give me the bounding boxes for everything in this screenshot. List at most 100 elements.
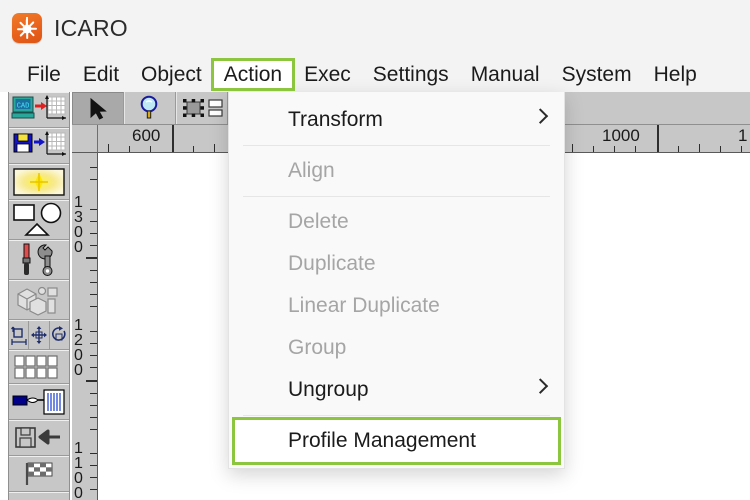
application-window: ICARO File Edit Object Action Exec Setti… [0,0,750,500]
ruler-v-major-tick [86,380,97,382]
ruler-h-label: 600 [132,126,161,145]
menu-item-transform[interactable]: Transform [229,99,564,141]
ruler-v-tick [90,489,97,491]
menu-item-label: Group [288,336,347,359]
ruler-v-digit: 1 [74,194,83,211]
menubar-item-help[interactable]: Help [643,60,708,89]
sun-starburst-icon [12,13,42,43]
ruler-v-digit: 0 [74,347,83,364]
menu-item-profile-management[interactable]: Profile Management [232,417,561,465]
menubar-item-manual[interactable]: Manual [460,60,551,89]
ruler-v-tick [90,343,97,345]
three-d-objects-button[interactable] [9,280,69,320]
menu-separator [243,145,550,146]
ruler-v-tick [90,453,97,455]
ruler-h-tick [108,144,110,152]
laser-field-button[interactable] [9,164,69,200]
menu-item-linear-duplicate: Linear Duplicate [229,285,564,327]
menubar-item-edit[interactable]: Edit [72,60,130,89]
checkered-flag-icon [25,462,53,485]
ruler-h-tick [150,146,152,152]
title-bar: ICARO [0,0,750,56]
move-icon [30,326,47,344]
menu-item-duplicate: Duplicate [229,243,564,285]
menubar-item-object[interactable]: Object [130,60,213,89]
resize-icon [10,326,27,345]
menubar-item-action[interactable]: Action [210,57,296,91]
menu-separator [243,196,550,197]
save-back-icon [15,427,60,448]
menu-item-group: Group [229,327,564,369]
svg-text:CAD: CAD [17,103,30,111]
icon-sun-core [22,24,32,34]
cad-import-icon: CAD [11,95,66,120]
ruler-v-tick [90,209,97,211]
vertical-ruler[interactable]: 1 3 0 0 1 2 0 0 1 1 0 0 [72,153,98,500]
menu-item-ungroup[interactable]: Ungroup [229,369,564,411]
save-to-grid-icon [13,131,66,156]
menu-item-delete: Delete [229,201,564,243]
ruler-h-tick [635,146,637,152]
ruler-h-label: 1000 [602,126,640,145]
ruler-h-tick [720,146,722,152]
ruler-h-tick [614,146,616,152]
select-all-button[interactable] [176,92,228,124]
ruler-h-tick [699,144,701,152]
ruler-v-tick [90,355,97,357]
ruler-v-digit: 0 [74,485,83,500]
menubar-item-settings[interactable]: Settings [362,60,460,89]
basic-shapes-button[interactable] [9,200,69,240]
ruler-v-tick [90,477,97,479]
menu-item-label: Ungroup [288,378,369,401]
checkered-flag-button[interactable] [9,456,69,492]
ruler-h-tick [572,144,574,152]
ruler-v-label: 1 3 0 0 [74,194,83,256]
grid-array-button[interactable] [9,350,69,384]
ruler-v-digit: 1 [74,317,83,334]
tools-icon [22,243,53,276]
menu-bar: File Edit Object Action Exec Settings Ma… [0,56,750,92]
menu-item-label: Duplicate [288,252,376,275]
ruler-v-tick [90,465,97,467]
menubar-item-system[interactable]: System [551,60,643,89]
toolbar-empty-slot [9,492,69,500]
pointer-tool-button[interactable] [72,92,124,124]
ruler-v-tick [90,221,97,223]
ruler-v-tick [90,233,97,235]
ruler-h-label: 1 [738,126,748,145]
ruler-h-tick [193,146,195,152]
ruler-v-tick [90,179,97,181]
ruler-v-label: 1 1 0 0 [74,441,83,500]
ruler-v-tick [90,429,97,431]
ruler-v-tick [90,367,97,369]
ruler-v-digit: 0 [74,362,83,379]
ruler-v-tick [90,331,97,333]
action-dropdown-menu: Transform Align Delete Duplicate Linear … [228,92,565,469]
transform-tool-group [9,320,69,350]
rotate-icon [52,326,66,341]
menu-item-label: Delete [288,210,349,233]
move-button[interactable] [29,321,50,349]
selection-handles-icon [183,99,223,117]
menubar-item-exec[interactable]: Exec [293,60,362,89]
pointer-arrow-icon [90,97,107,120]
save-to-grid-button[interactable] [9,128,69,164]
resize-button[interactable] [9,321,30,349]
menu-item-label: Transform [288,108,383,131]
ruler-v-digit: 0 [74,224,83,241]
ruler-v-digit: 0 [74,470,83,487]
rotate-button[interactable] [50,321,69,349]
device-connect-button[interactable] [9,384,69,420]
ruler-v-digit: 2 [74,332,83,349]
menu-item-label: Align [288,159,335,182]
ruler-h-tick [214,144,216,152]
ruler-h-major-tick [172,125,174,152]
ruler-h-tick [741,146,743,152]
tools-button[interactable] [9,240,69,280]
zoom-tool-button[interactable] [124,92,176,124]
laser-field-icon [13,168,65,196]
save-back-button[interactable] [9,420,69,456]
menubar-item-file[interactable]: File [16,60,72,89]
ruler-v-tick [90,405,97,407]
cad-import-button[interactable]: CAD [9,92,69,128]
